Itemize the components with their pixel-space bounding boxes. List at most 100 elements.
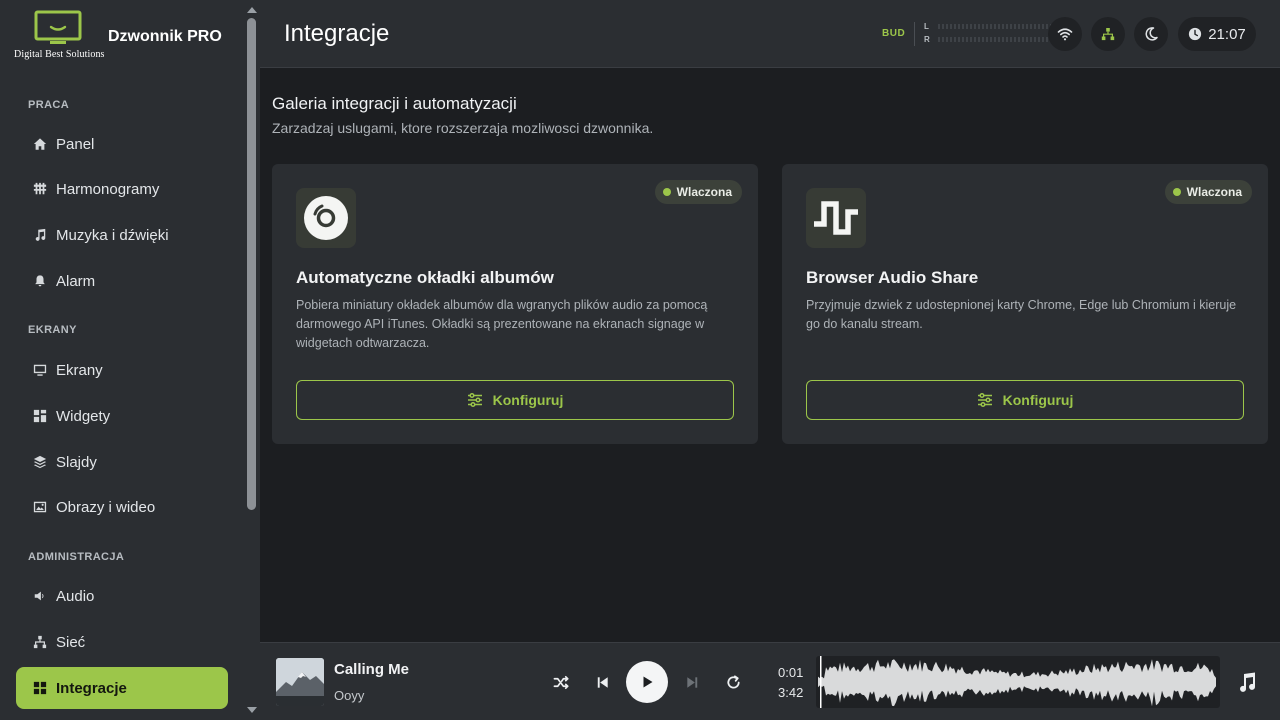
wifi-button[interactable] <box>1048 17 1082 51</box>
sidebar-item-integracje[interactable]: Integracje <box>16 667 228 709</box>
playhead[interactable] <box>820 656 822 708</box>
clock-icon <box>1189 27 1202 41</box>
status-dot <box>1172 188 1181 196</box>
app-name: Dzwonnik PRO <box>108 28 222 45</box>
sidebar-scrollbar[interactable] <box>244 0 260 720</box>
meter-left-bar <box>938 24 1058 29</box>
scroll-thumb[interactable] <box>247 18 256 510</box>
schedule-icon <box>32 181 48 197</box>
waveform-square-icon <box>814 201 858 235</box>
play-icon <box>643 676 653 688</box>
sidebar-item-ekrany[interactable]: Ekrany <box>16 349 228 391</box>
sidebar: Digital Best Solutions Dzwonnik PRO PRAC… <box>0 0 260 720</box>
home-icon <box>32 136 48 152</box>
shuffle-icon <box>553 675 568 689</box>
track-title: Calling Me <box>334 661 410 678</box>
main-content: Galeria integracji i automatyzacji Zarza… <box>260 68 1280 642</box>
scroll-up-arrow-icon[interactable] <box>247 7 257 13</box>
card-title: Browser Audio Share <box>806 268 979 287</box>
sliders-icon <box>977 392 992 408</box>
previous-button[interactable] <box>587 667 617 697</box>
play-button[interactable] <box>626 661 668 703</box>
time-total: 3:42 <box>778 685 804 700</box>
sidebar-item-harmonogramy[interactable]: Harmonogramy <box>16 168 228 210</box>
sidebar-item-label: Obrazy i wideo <box>56 498 156 516</box>
mountain-image-icon <box>276 658 324 706</box>
sliders-icon <box>467 392 482 408</box>
sidebar-item-siec[interactable]: Sieć <box>16 621 228 663</box>
sidebar-item-widgety[interactable]: Widgety <box>16 395 228 437</box>
repeat-button[interactable] <box>718 667 748 697</box>
monitor-logo-icon <box>34 10 82 44</box>
configure-button[interactable]: Konfiguruj <box>806 380 1244 420</box>
network-button[interactable] <box>1091 17 1125 51</box>
status-label: Wlaczona <box>1186 185 1242 199</box>
sidebar-item-label: Harmonogramy <box>56 180 160 198</box>
sidebar-item-label: Sieć <box>56 633 86 651</box>
card-description: Pobiera miniatury okładek albumów dla wg… <box>296 298 708 350</box>
sidebar-item-label: Slajdy <box>56 453 97 471</box>
meter-right-bar <box>938 37 1058 42</box>
waveform-seekbar[interactable] <box>816 656 1220 708</box>
next-button[interactable] <box>677 667 707 697</box>
sidebar-item-slajdy[interactable]: Slajdy <box>16 441 228 483</box>
skip-previous-icon <box>597 676 608 688</box>
time-current: 0:01 <box>778 665 804 680</box>
music-note-icon[interactable] <box>1236 671 1258 693</box>
layers-icon <box>32 454 48 470</box>
waveform-shape <box>818 659 1216 707</box>
meter-right-label: R <box>924 35 930 44</box>
card-description: Przyjmuje dzwiek z udostepnionej karty C… <box>806 298 1237 331</box>
configure-button[interactable]: Konfiguruj <box>296 380 734 420</box>
brand[interactable]: Digital Best Solutions Dzwonnik PRO <box>0 0 244 76</box>
sidebar-item-label: Alarm <box>56 272 96 290</box>
sidebar-item-muzyka[interactable]: Muzyka i dźwięki <box>16 214 228 256</box>
theme-toggle-button[interactable] <box>1134 17 1168 51</box>
nav-section-ekrany: EKRANY <box>28 324 77 336</box>
sidebar-item-audio[interactable]: Audio <box>16 575 228 617</box>
music-note-icon <box>32 227 48 243</box>
skip-next-icon <box>686 676 697 688</box>
status-badge: Wlaczona <box>1164 180 1252 204</box>
status-label: Wlaczona <box>676 185 732 199</box>
configure-button-label: Konfiguruj <box>492 392 564 408</box>
header: Integracje BUD L R 21:07 <box>260 0 1280 68</box>
network-icon <box>32 634 48 650</box>
monitor-icon <box>32 362 48 378</box>
sidebar-item-panel[interactable]: Panel <box>16 123 228 165</box>
card-title: Automatyczne okładki albumów <box>296 268 554 287</box>
sidebar-item-label: Audio <box>56 587 95 605</box>
sidebar-item-label: Widgety <box>56 407 111 425</box>
repeat-icon <box>726 674 740 688</box>
page-title: Integracje <box>284 20 390 47</box>
gallery-title: Galeria integracji i automatyzacji <box>272 94 517 113</box>
waveform-graphic <box>818 656 1216 708</box>
meter-left-label: L <box>924 22 929 31</box>
sidebar-item-label: Integracje <box>56 679 127 697</box>
image-icon <box>32 499 48 515</box>
sidebar-item-alarm[interactable]: Alarm <box>16 260 228 302</box>
clock: 21:07 <box>1178 17 1256 51</box>
bell-icon <box>32 273 48 289</box>
scroll-down-arrow-icon[interactable] <box>247 707 257 713</box>
logo-text: Digital Best Solutions <box>14 49 105 60</box>
app-window: Digital Best Solutions Dzwonnik PRO PRAC… <box>0 0 1280 720</box>
sidebar-item-obrazy[interactable]: Obrazy i wideo <box>16 486 228 528</box>
speaker-icon <box>32 588 48 604</box>
integration-card-browser-audio-share: Wlaczona Browser Audio Share Przyjmuje d… <box>782 164 1268 444</box>
status-dot <box>662 188 671 196</box>
clock-time: 21:07 <box>1208 25 1246 43</box>
card-icon-box <box>296 188 356 248</box>
integration-card-album-covers: Wlaczona Automatyczne okładki albumów Po… <box>272 164 758 444</box>
configure-button-label: Konfiguruj <box>1002 392 1074 408</box>
sidebar-item-label: Panel <box>56 135 95 153</box>
meter-divider <box>914 22 915 46</box>
sidebar-item-label: Ekrany <box>56 361 103 379</box>
audio-player: Calling Me Ooyy 0:01 3:42 <box>260 642 1280 720</box>
card-icon-box <box>806 188 866 248</box>
track-artist: Ooyy <box>334 688 365 703</box>
shuffle-button[interactable] <box>546 667 576 697</box>
wifi-icon <box>1057 28 1073 41</box>
album-art <box>276 658 324 706</box>
status-badge: Wlaczona <box>654 180 742 204</box>
